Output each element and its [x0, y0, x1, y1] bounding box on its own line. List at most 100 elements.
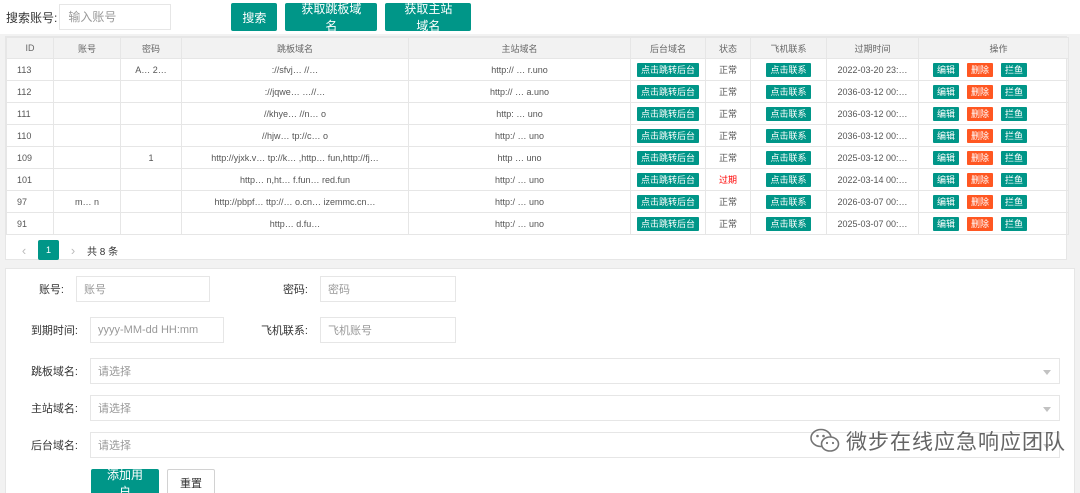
delete-button[interactable]: 删除: [967, 62, 994, 77]
expire-label: 到期时间:: [30, 325, 78, 337]
cell-jump-domain: //khye… //n… o: [181, 102, 409, 125]
delete-button[interactable]: 删除: [967, 106, 994, 121]
cell-password: [120, 212, 182, 235]
contact-button[interactable]: 点击联系: [766, 150, 811, 165]
cell-contact: 点击联系: [750, 168, 827, 191]
prev-page-icon[interactable]: ‹: [16, 243, 32, 258]
contact-button[interactable]: 点击联系: [766, 194, 811, 209]
jump-backend-button[interactable]: 点击跳转后台: [636, 106, 699, 121]
cell-account: [53, 168, 121, 191]
cell-backend: 点击跳转后台: [630, 190, 706, 213]
delete-button[interactable]: 删除: [967, 172, 994, 187]
jump-domain-select[interactable]: 请选择: [90, 358, 1060, 384]
jump-domain-label: 跳板域名:: [30, 366, 78, 378]
next-page-icon[interactable]: ›: [65, 243, 81, 258]
add-user-button[interactable]: 添加用户: [91, 468, 159, 493]
cell-account: [53, 124, 121, 147]
cell-expire: 2036-03-12 00:…: [826, 124, 919, 147]
contact-input[interactable]: 飞机账号: [320, 317, 456, 343]
contact-button[interactable]: 点击联系: [766, 62, 811, 77]
cell-expire: 2036-03-12 00:…: [826, 80, 919, 103]
edit-button[interactable]: 编辑: [933, 172, 960, 187]
expire-input[interactable]: yyyy-MM-dd HH:mm: [90, 317, 224, 343]
jump-backend-button[interactable]: 点击跳转后台: [636, 84, 699, 99]
contact-button[interactable]: 点击联系: [766, 84, 811, 99]
edit-button[interactable]: 编辑: [933, 216, 960, 231]
cell-operations: 编辑 删除 拦鱼: [918, 168, 1069, 191]
add-user-form: 账号: 账号 密码: 密码 到期时间: yyyy-MM-dd HH:mm 飞机联…: [5, 268, 1075, 493]
cell-password: [120, 168, 182, 191]
cell-password: [120, 80, 182, 103]
block-button[interactable]: 拦鱼: [1001, 150, 1028, 165]
block-button[interactable]: 拦鱼: [1001, 172, 1028, 187]
jump-backend-button[interactable]: 点击跳转后台: [636, 128, 699, 143]
password-input[interactable]: 密码: [320, 276, 456, 302]
contact-button[interactable]: 点击联系: [766, 216, 811, 231]
fetch-jump-domain-button[interactable]: 获取跳板域名: [285, 2, 378, 33]
cell-main-domain: http:/ … uno: [408, 168, 631, 191]
edit-button[interactable]: 编辑: [933, 194, 960, 209]
main-domain-row: 主站域名: 请选择: [6, 395, 1060, 421]
fetch-main-domain-button[interactable]: 获取主站域名: [385, 2, 472, 33]
col-backend-domain: 后台域名: [630, 37, 706, 59]
cell-jump-domain: ://sfvj… //…: [181, 58, 409, 81]
cell-main-domain: http … uno: [408, 146, 631, 169]
edit-button[interactable]: 编辑: [933, 106, 960, 121]
col-operations: 操作: [918, 37, 1069, 59]
delete-button[interactable]: 删除: [967, 84, 994, 99]
contact-button[interactable]: 点击联系: [766, 128, 811, 143]
page-current[interactable]: 1: [38, 240, 59, 260]
block-button[interactable]: 拦鱼: [1001, 216, 1028, 231]
block-button[interactable]: 拦鱼: [1001, 84, 1028, 99]
cell-status: 正常: [705, 80, 751, 103]
watermark: 微步在线应急响应团队: [810, 426, 1066, 456]
jump-backend-button[interactable]: 点击跳转后台: [636, 172, 699, 187]
cell-status: 正常: [705, 124, 751, 147]
cell-account: [53, 80, 121, 103]
reset-button[interactable]: 重置: [167, 469, 215, 493]
cell-backend: 点击跳转后台: [630, 102, 706, 125]
delete-button[interactable]: 删除: [967, 128, 994, 143]
jump-backend-button[interactable]: 点击跳转后台: [636, 194, 699, 209]
block-button[interactable]: 拦鱼: [1001, 128, 1028, 143]
cell-operations: 编辑 删除 拦鱼: [918, 212, 1069, 235]
cell-backend: 点击跳转后台: [630, 58, 706, 81]
cell-id: 111: [6, 102, 54, 125]
search-input[interactable]: [59, 4, 172, 30]
search-bar: 搜索账号: 搜索 获取跳板域名 获取主站域名: [0, 0, 1080, 34]
cell-expire: 2022-03-20 23:…: [826, 58, 919, 81]
edit-button[interactable]: 编辑: [933, 150, 960, 165]
cell-password: [120, 124, 182, 147]
cell-jump-domain: http… n,ht… f.fun… red.fun: [181, 168, 409, 191]
backend-domain-placeholder: 请选择: [98, 440, 131, 452]
edit-button[interactable]: 编辑: [933, 62, 960, 77]
edit-button[interactable]: 编辑: [933, 84, 960, 99]
cell-backend: 点击跳转后台: [630, 124, 706, 147]
cell-status: 正常: [705, 212, 751, 235]
search-label: 搜索账号:: [6, 10, 58, 25]
main-domain-select[interactable]: 请选择: [90, 395, 1060, 421]
edit-button[interactable]: 编辑: [933, 128, 960, 143]
jump-backend-button[interactable]: 点击跳转后台: [636, 150, 699, 165]
account-label: 账号:: [38, 284, 64, 296]
cell-jump-domain: //hjw… tp://c… o: [181, 124, 409, 147]
contact-button[interactable]: 点击联系: [766, 106, 811, 121]
cell-password: [120, 102, 182, 125]
account-input[interactable]: 账号: [76, 276, 210, 302]
block-button[interactable]: 拦鱼: [1001, 62, 1028, 77]
delete-button[interactable]: 删除: [967, 150, 994, 165]
delete-button[interactable]: 删除: [967, 194, 994, 209]
cell-main-domain: http: … uno: [408, 102, 631, 125]
jump-backend-button[interactable]: 点击跳转后台: [636, 216, 699, 231]
cell-contact: 点击联系: [750, 146, 827, 169]
table-row: 101 http… n,ht… f.fun… red.fun http:/ … un…: [6, 168, 1069, 191]
jump-backend-button[interactable]: 点击跳转后台: [636, 62, 699, 77]
block-button[interactable]: 拦鱼: [1001, 194, 1028, 209]
contact-button[interactable]: 点击联系: [766, 172, 811, 187]
cell-jump-domain: http… d.fu…: [181, 212, 409, 235]
delete-button[interactable]: 删除: [967, 216, 994, 231]
table-row: 110 //hjw… tp://c… o http:/ … uno 点击跳转后台 正常点…: [6, 124, 1069, 147]
block-button[interactable]: 拦鱼: [1001, 106, 1028, 121]
search-button[interactable]: 搜索: [231, 3, 278, 31]
cell-account: [53, 146, 121, 169]
